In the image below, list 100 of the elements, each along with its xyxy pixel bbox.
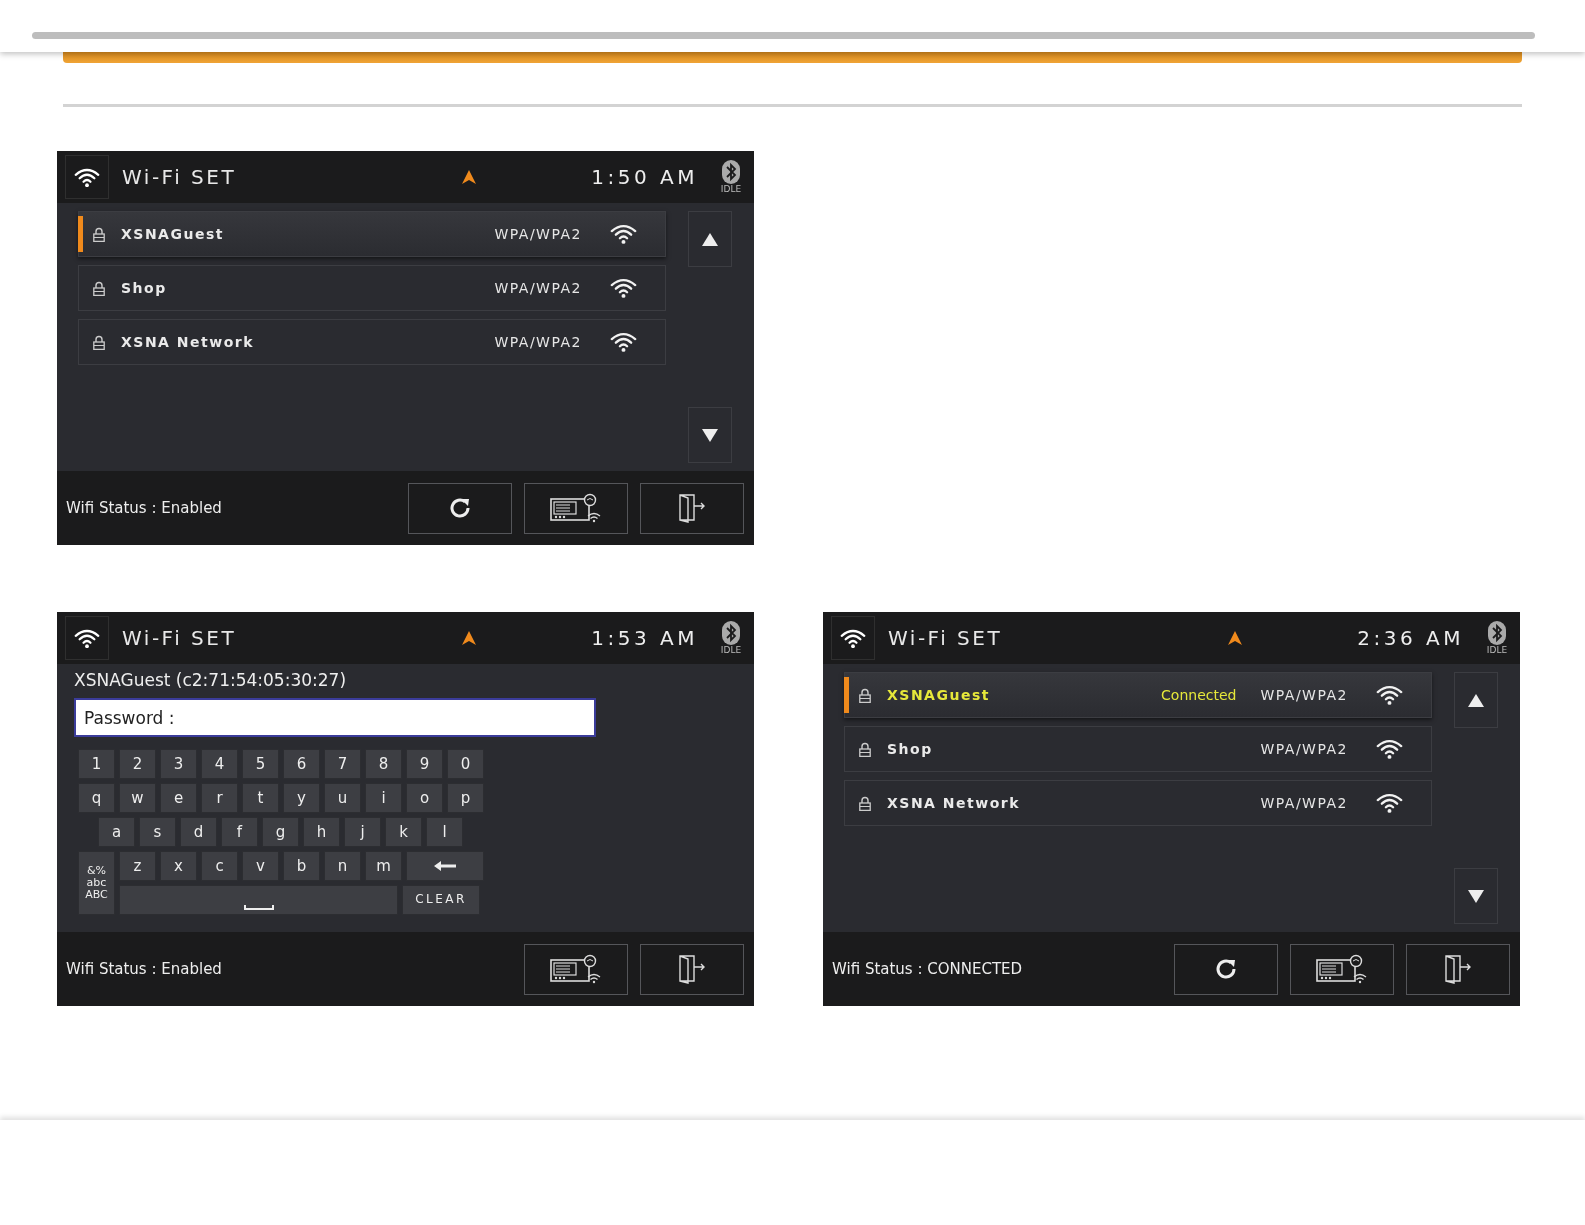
keyboard-key[interactable]: 2 (119, 749, 156, 779)
keyboard-key[interactable]: 8 (365, 749, 402, 779)
up-arrow-icon (702, 232, 718, 246)
security-type: WPA/WPA2 (494, 334, 582, 350)
signal-icon (610, 223, 637, 245)
network-label: XSNAGuest (c2:71:54:05:30:27) (74, 670, 348, 690)
scroll-down-button[interactable] (688, 407, 732, 463)
exit-button[interactable] (1406, 943, 1510, 995)
signal-icon (1376, 738, 1403, 760)
navigation-arrow-icon (462, 631, 476, 645)
network-name: XSNAGuest (887, 687, 991, 703)
refresh-button[interactable] (1174, 943, 1278, 995)
network-row[interactable]: XSNA Network WPA/WPA2 (844, 780, 1432, 826)
keyboard-key[interactable]: 1 (78, 749, 115, 779)
keyboard-key[interactable]: d (180, 817, 217, 847)
network-row[interactable]: Shop WPA/WPA2 (78, 265, 666, 311)
network-row[interactable]: XSNAGuest Connected WPA/WPA2 (844, 672, 1432, 718)
security-type: WPA/WPA2 (1260, 687, 1348, 703)
signal-icon (610, 277, 637, 299)
keyboard-key[interactable]: s (139, 817, 176, 847)
device-button[interactable] (524, 482, 628, 534)
network-name: XSNA Network (887, 795, 1021, 811)
lock-icon (93, 226, 105, 242)
bluetooth-state: IDLE (1486, 645, 1508, 655)
refresh-button[interactable] (408, 482, 512, 534)
scroll-down-button[interactable] (1454, 868, 1498, 924)
network-row[interactable]: XSNAGuest WPA/WPA2 (78, 211, 666, 257)
wifi-status: Wifi Status : Enabled (66, 499, 222, 517)
down-arrow-icon (702, 428, 718, 442)
lock-icon (93, 280, 105, 296)
keyboard-key[interactable]: l (426, 817, 463, 847)
keyboard-key[interactable]: w (119, 783, 156, 813)
network-name: XSNA Network (121, 334, 255, 350)
keyboard-key[interactable]: k (385, 817, 422, 847)
backspace-key[interactable] (406, 851, 484, 881)
refresh-icon (1214, 957, 1238, 981)
security-type: WPA/WPA2 (1260, 795, 1348, 811)
keyboard-key[interactable]: m (365, 851, 402, 881)
navigation-arrow-icon (462, 170, 476, 184)
keyboard-key[interactable]: n (324, 851, 361, 881)
signal-icon (1376, 684, 1403, 706)
keyboard-key[interactable]: b (283, 851, 320, 881)
screen-title: Wi-Fi SET (122, 165, 238, 189)
keyboard-key[interactable]: e (160, 783, 197, 813)
exit-door-icon (677, 493, 707, 523)
keyboard-key[interactable]: i (365, 783, 402, 813)
network-row[interactable]: XSNA Network WPA/WPA2 (78, 319, 666, 365)
mode-toggle-key[interactable]: &% abc ABC (78, 851, 115, 915)
clock-time: 1:50 AM (591, 165, 698, 189)
keyboard-key[interactable]: 6 (283, 749, 320, 779)
exit-button[interactable] (640, 482, 744, 534)
bluetooth-state: IDLE (720, 184, 742, 194)
password-field[interactable]: Password : (74, 698, 596, 737)
keyboard-key[interactable]: x (160, 851, 197, 881)
refresh-icon (448, 496, 472, 520)
keyboard-key[interactable]: g (262, 817, 299, 847)
keyboard-key[interactable]: q (78, 783, 115, 813)
network-name: Shop (887, 741, 934, 757)
exit-door-icon (1443, 954, 1473, 984)
clear-key[interactable]: CLEAR (402, 885, 480, 915)
device-button[interactable] (1290, 943, 1394, 995)
signal-icon (610, 331, 637, 353)
keyboard-key[interactable]: 4 (201, 749, 238, 779)
keyboard-key[interactable]: y (283, 783, 320, 813)
keyboard-key[interactable]: t (242, 783, 279, 813)
keyboard-key[interactable]: a (98, 817, 135, 847)
device-wifi-icon (550, 954, 602, 984)
keyboard-key[interactable]: v (242, 851, 279, 881)
device-wifi-icon (550, 493, 602, 523)
scroll-up-button[interactable] (1454, 672, 1498, 728)
keyboard-key[interactable]: u (324, 783, 361, 813)
screen-title: Wi-Fi SET (888, 626, 1004, 650)
keyboard-key[interactable]: r (201, 783, 238, 813)
keyboard-key[interactable]: p (447, 783, 484, 813)
keyboard-key[interactable]: 5 (242, 749, 279, 779)
security-type: WPA/WPA2 (1260, 741, 1348, 757)
keyboard-key[interactable]: f (221, 817, 258, 847)
exit-button[interactable] (640, 943, 744, 995)
backspace-arrow-icon (434, 861, 456, 871)
lock-icon (859, 741, 871, 757)
keyboard-key[interactable]: j (344, 817, 381, 847)
keyboard-key[interactable]: h (303, 817, 340, 847)
down-arrow-icon (1468, 889, 1484, 903)
network-name: Shop (121, 280, 168, 296)
keyboard-key[interactable]: 0 (447, 749, 484, 779)
keyboard-key[interactable]: c (201, 851, 238, 881)
bluetooth-state: IDLE (720, 645, 742, 655)
keyboard-key[interactable]: 7 (324, 749, 361, 779)
keyboard-key[interactable]: z (119, 851, 156, 881)
exit-door-icon (677, 954, 707, 984)
scroll-up-button[interactable] (688, 211, 732, 267)
wifi-icon (74, 627, 100, 649)
lock-icon (859, 687, 871, 703)
keyboard-key[interactable]: 9 (406, 749, 443, 779)
network-row[interactable]: Shop WPA/WPA2 (844, 726, 1432, 772)
keyboard-key[interactable]: 3 (160, 749, 197, 779)
wifi-icon (74, 166, 100, 188)
keyboard-key[interactable]: o (406, 783, 443, 813)
security-type: WPA/WPA2 (494, 280, 582, 296)
device-button[interactable] (524, 943, 628, 995)
